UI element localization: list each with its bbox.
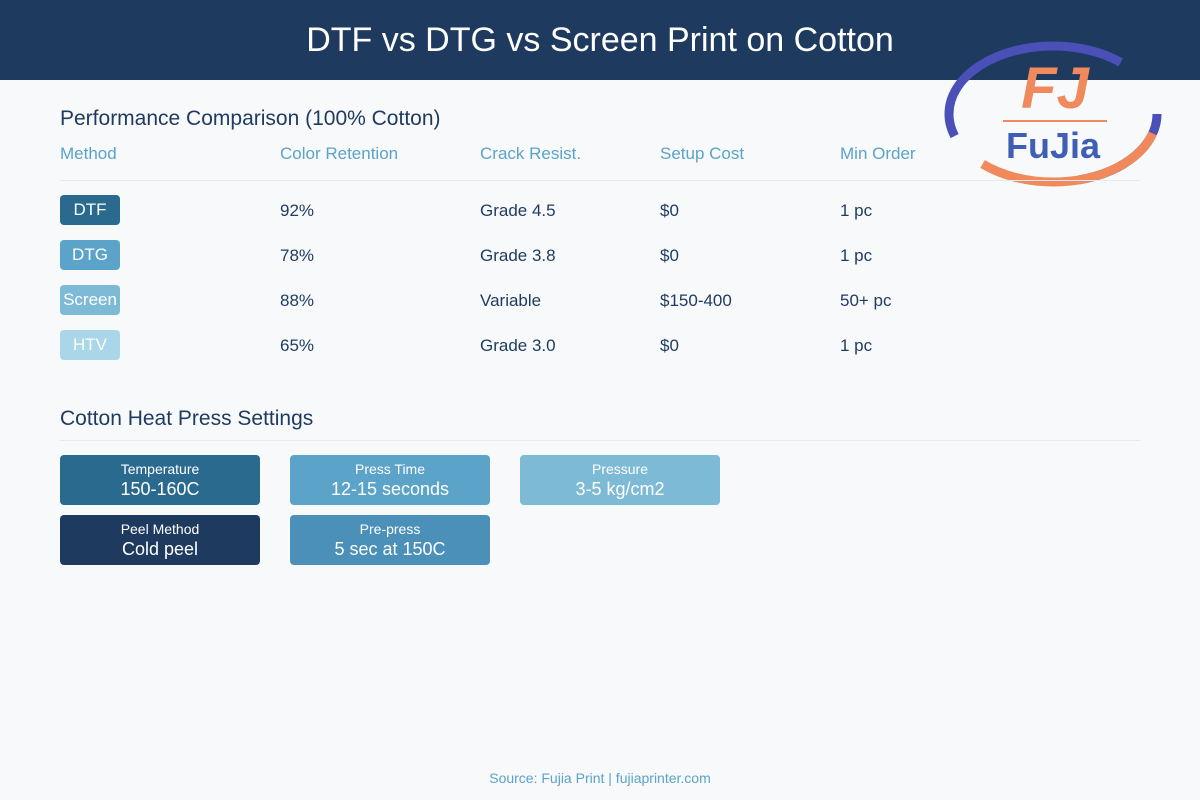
- table-row: HTV 65% Grade 3.0 $0 1 pc: [0, 330, 1200, 364]
- cell-min-order: 1 pc: [840, 246, 873, 265]
- setting-card-peel-method: Peel Method Cold peel: [60, 515, 260, 565]
- setting-value: 150-160C: [120, 478, 200, 499]
- setting-label: Press Time: [354, 460, 425, 477]
- cell-min-order: 50+ pc: [840, 291, 892, 310]
- col-header-setup-cost: Setup Cost: [660, 144, 745, 163]
- setting-card-press-time: Press Time 12-15 seconds: [290, 455, 490, 505]
- col-header-color-retention: Color Retention: [280, 144, 399, 163]
- setting-value: 3-5 kg/cm2: [575, 478, 665, 499]
- setting-label: Pressure: [591, 460, 649, 477]
- col-header-crack-resist: Crack Resist.: [480, 144, 582, 163]
- cell-setup: $0: [660, 336, 679, 355]
- cell-min-order: 1 pc: [840, 336, 873, 355]
- cell-setup: $0: [660, 201, 679, 220]
- source-footer: Source: Fujia Print | fujiaprinter.com: [489, 770, 711, 786]
- setting-label: Pre-press: [359, 520, 421, 537]
- method-badge-dtg: DTG: [60, 240, 120, 270]
- method-badge-screen: Screen: [60, 285, 120, 315]
- setting-card-pre-press: Pre-press 5 sec at 150C: [290, 515, 490, 565]
- settings-title: Cotton Heat Press Settings: [60, 407, 314, 430]
- comparison-title: Performance Comparison (100% Cotton): [60, 107, 441, 130]
- table-row: Screen 88% Variable $150-400 50+ pc: [0, 285, 1200, 319]
- setting-value: Cold peel: [121, 538, 199, 559]
- cell-crack: Grade 3.8: [480, 246, 556, 265]
- setting-label: Peel Method: [120, 520, 200, 537]
- page-title: DTF vs DTG vs Screen Print on Cotton: [306, 20, 894, 59]
- cell-crack: Variable: [480, 291, 542, 310]
- method-badge-htv: HTV: [60, 330, 120, 360]
- setting-value: 12-15 seconds: [330, 478, 450, 499]
- cell-retention: 92%: [280, 201, 315, 220]
- logo-divider: [1003, 120, 1107, 122]
- logo-text: FuJia: [1006, 125, 1101, 166]
- cell-retention: 65%: [280, 336, 315, 355]
- setting-value: 5 sec at 150C: [334, 538, 446, 559]
- table-row: DTG 78% Grade 3.8 $0 1 pc: [0, 240, 1200, 274]
- logo-mark: FJ: [1021, 56, 1090, 121]
- cell-retention: 88%: [280, 291, 315, 310]
- col-header-min-order: Min Order: [840, 144, 916, 163]
- cell-crack: Grade 4.5: [480, 201, 556, 220]
- settings-divider: [60, 440, 1140, 441]
- table-row: DTF 92% Grade 4.5 $0 1 pc: [0, 195, 1200, 229]
- cell-min-order: 1 pc: [840, 201, 873, 220]
- setting-card-pressure: Pressure 3-5 kg/cm2: [520, 455, 720, 505]
- fujia-logo: FJ FuJia: [944, 41, 1162, 187]
- table-header-divider: [60, 180, 1140, 181]
- method-badge-dtf: DTF: [60, 195, 120, 225]
- cell-setup: $150-400: [660, 291, 732, 310]
- cell-crack: Grade 3.0: [480, 336, 556, 355]
- cell-retention: 78%: [280, 246, 315, 265]
- setting-card-temperature: Temperature 150-160C: [60, 455, 260, 505]
- setting-label: Temperature: [120, 460, 200, 477]
- col-header-method: Method: [60, 144, 117, 163]
- cell-setup: $0: [660, 246, 679, 265]
